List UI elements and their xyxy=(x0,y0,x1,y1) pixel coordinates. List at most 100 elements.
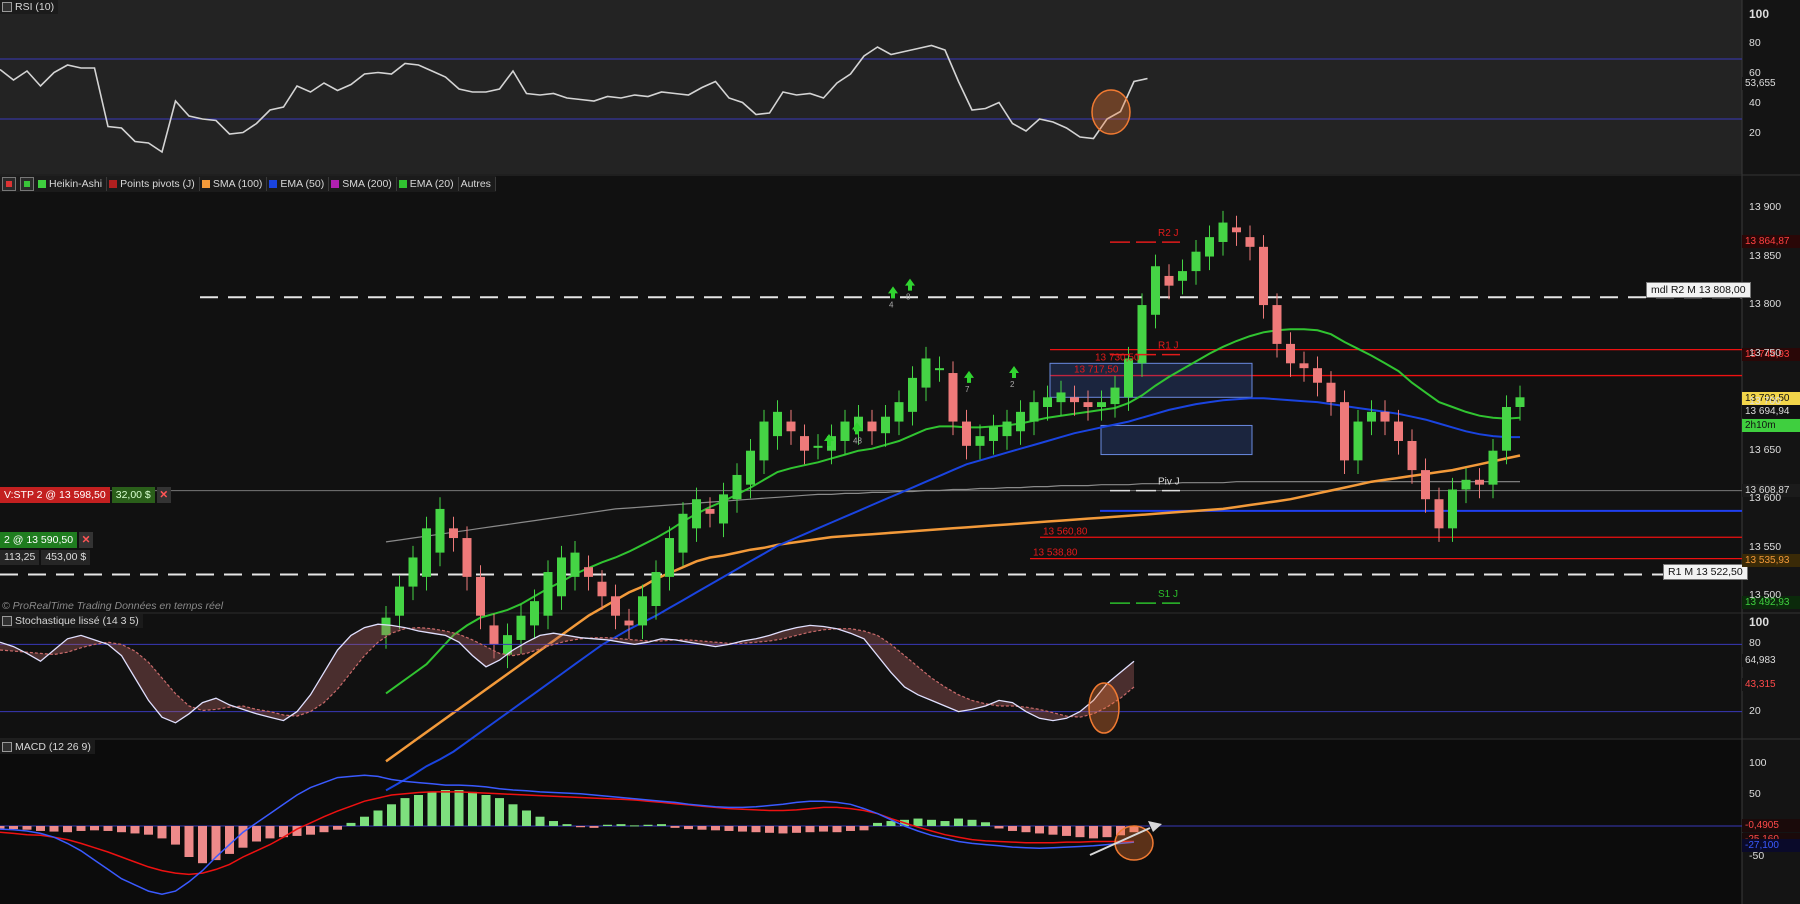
candle-body xyxy=(1434,499,1444,529)
macd-histogram-bar xyxy=(103,826,113,831)
candle-body xyxy=(1475,479,1484,485)
price-axis-label: 13 550 xyxy=(1749,540,1782,553)
macd-histogram-bar xyxy=(225,826,234,854)
macd-histogram-bar xyxy=(549,821,558,826)
macd-histogram-bar xyxy=(198,826,207,864)
macd-histogram-bar xyxy=(9,826,18,830)
macd-histogram-bar xyxy=(981,822,990,826)
stoch-title[interactable]: Stochastique lissé (14 3 5) xyxy=(0,614,143,628)
legend-ema50[interactable]: EMA (50) xyxy=(267,177,330,191)
stoch-tag: 64,983 xyxy=(1742,654,1800,668)
signal-number: 4 xyxy=(889,300,894,309)
candle-body xyxy=(1367,411,1376,422)
signal-number: 7 xyxy=(965,385,970,394)
candle-body xyxy=(422,528,431,577)
macd-histogram-bar xyxy=(414,795,423,826)
rsi-title[interactable]: RSI (10) xyxy=(0,0,59,14)
position-pl-points: 113,25 xyxy=(0,550,40,565)
macd-histogram-bar xyxy=(603,824,612,826)
candle-body xyxy=(813,445,823,448)
legend-ema20[interactable]: EMA (20) xyxy=(397,177,459,191)
macd-title-text: MACD (12 26 9) xyxy=(15,741,91,753)
macd-histogram-bar xyxy=(1021,826,1031,833)
candle-body xyxy=(881,416,890,434)
macd-histogram-bar xyxy=(252,826,261,842)
macd-histogram-bar xyxy=(319,826,329,833)
legend-pivots[interactable]: Points pivots (J) xyxy=(107,177,200,191)
macd-histogram-bar xyxy=(738,826,747,832)
close-position-icon[interactable]: ✕ xyxy=(79,532,94,548)
macd-title[interactable]: MACD (12 26 9) xyxy=(0,740,95,754)
watermark: © ProRealTime Trading Données en temps r… xyxy=(2,600,224,612)
candle-body xyxy=(692,499,701,529)
legend-sma100[interactable]: SMA (100) xyxy=(200,177,268,191)
candle-body xyxy=(597,581,607,597)
macd-histogram-bar xyxy=(63,826,72,833)
candle-body xyxy=(1488,450,1498,485)
remove-icon[interactable] xyxy=(2,177,16,191)
add-indicator-icon[interactable] xyxy=(20,177,34,191)
stop-order-label: V:STP 2 @ 13 598,50 xyxy=(0,487,110,503)
macd-histogram-bar xyxy=(1035,826,1044,834)
candle-body xyxy=(1178,271,1187,281)
monthly-r1-label: R1 M 13 522,50 xyxy=(1663,564,1748,581)
candle-body xyxy=(935,368,944,371)
macd-histogram-bar xyxy=(373,810,383,826)
candle-body xyxy=(570,552,580,577)
macd-histogram-bar xyxy=(711,826,720,831)
resistance-label: 13 717,50 xyxy=(1074,365,1119,376)
macd-histogram-bar xyxy=(846,826,855,831)
macd-histogram-bar xyxy=(967,819,977,826)
macd-highlight-circle xyxy=(1114,825,1154,861)
position-pl-amount: 453,00 $ xyxy=(41,550,91,565)
macd-histogram-bar xyxy=(171,826,180,845)
macd-histogram-bar xyxy=(792,826,801,833)
rsi-panel xyxy=(0,0,1742,174)
macd-axis-label: -50 xyxy=(1749,850,1765,862)
candle-body xyxy=(1029,402,1039,422)
candle-body xyxy=(908,377,917,412)
macd-panel xyxy=(0,740,1742,904)
candle-body xyxy=(1151,266,1160,315)
macd-histogram-bar xyxy=(265,826,275,839)
stop-order-tag[interactable]: V:STP 2 @ 13 598,50 32,00 $ ✕ xyxy=(0,487,171,503)
candle-body xyxy=(746,450,755,485)
candle-body xyxy=(759,421,769,461)
legend-heikin-ashi[interactable]: Heikin-Ashi xyxy=(36,177,108,191)
candle-body xyxy=(584,567,593,577)
cancel-order-icon[interactable]: ✕ xyxy=(156,487,171,503)
rsi-value-tag: 53,655 xyxy=(1742,76,1800,90)
candle-body xyxy=(989,426,998,441)
macd-histogram-bar xyxy=(832,826,842,833)
candle-body xyxy=(894,402,904,422)
candle-body xyxy=(732,474,742,500)
price-axis-label: 13 700 xyxy=(1749,395,1782,408)
macd-histogram-bar xyxy=(927,819,936,826)
legend-sma200[interactable]: SMA (200) xyxy=(329,177,397,191)
candle-body xyxy=(921,358,931,388)
panel-toggle-icon[interactable] xyxy=(2,742,12,752)
candle-body xyxy=(665,538,674,577)
candle-body xyxy=(840,421,850,441)
legend-autres[interactable]: Autres xyxy=(459,177,496,191)
price-axis-label: 13 900 xyxy=(1749,201,1782,213)
candle-body xyxy=(624,620,634,626)
candle-body xyxy=(1502,407,1511,451)
panel-toggle-icon[interactable] xyxy=(2,616,12,626)
position-tag[interactable]: 2 @ 13 590,50 ✕ xyxy=(0,532,94,548)
candle-body xyxy=(1083,402,1093,407)
rsi-highlight-circle xyxy=(1091,89,1131,135)
macd-histogram-bar xyxy=(144,826,153,835)
candle-body xyxy=(975,436,985,446)
candle-body xyxy=(489,625,499,645)
price-legend: Heikin-Ashi Points pivots (J) SMA (100) … xyxy=(0,176,496,192)
price-axis-label: 13 800 xyxy=(1749,298,1782,311)
pivot-label: R1 J xyxy=(1158,341,1179,352)
macd-histogram-bar xyxy=(36,826,45,831)
macd-histogram-bar xyxy=(130,826,140,834)
macd-histogram-bar xyxy=(157,826,167,839)
candle-body xyxy=(543,572,553,616)
signal-number: 8 xyxy=(906,293,911,302)
panel-toggle-icon[interactable] xyxy=(2,2,12,12)
candle-body xyxy=(1380,411,1390,422)
